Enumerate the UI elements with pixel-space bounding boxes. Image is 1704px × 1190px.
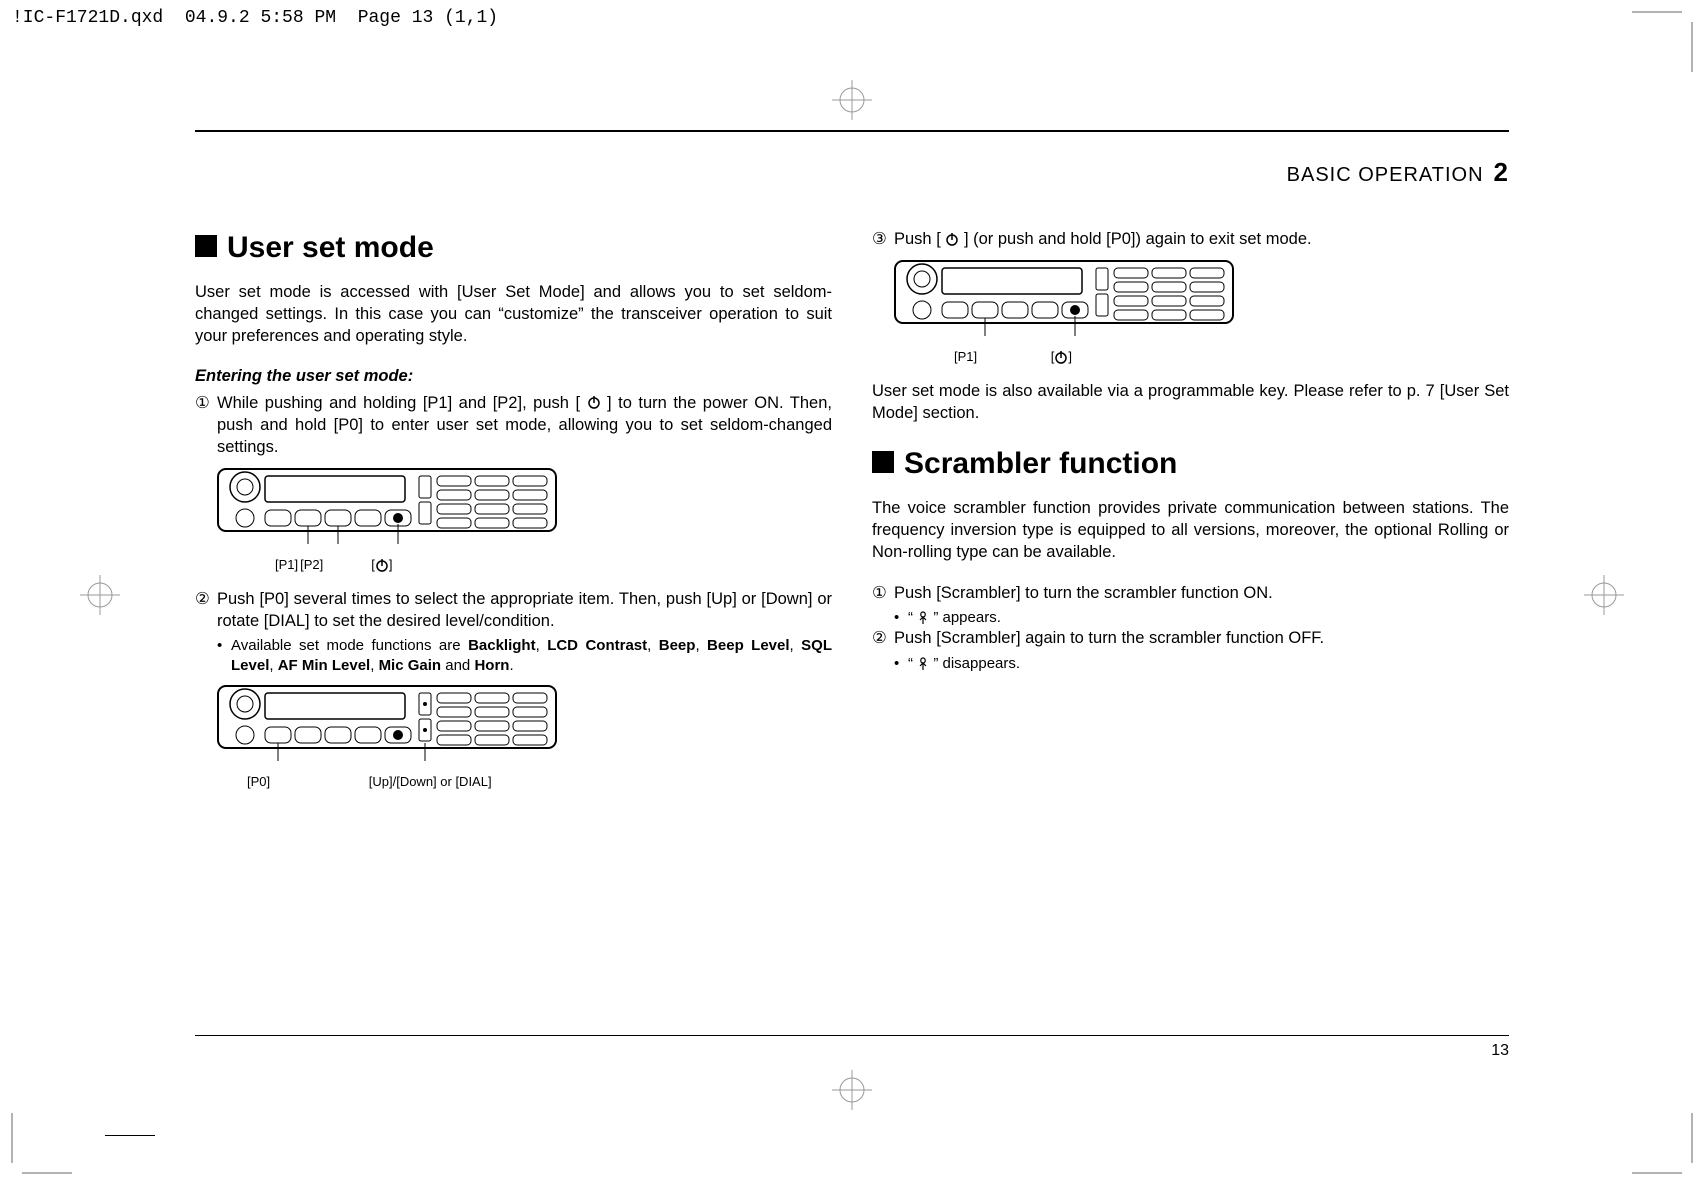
programmable-note: User set mode is also available via a pr… [872, 380, 1509, 425]
step-2-number: ② [195, 588, 217, 633]
user-set-mode-heading: User set mode [195, 228, 832, 269]
step-3-text: Push [ ] (or push and hold [P0]) again t… [894, 228, 1509, 250]
crop-mark-bl [2, 1113, 72, 1188]
chapter-number: 2 [1494, 157, 1509, 187]
cut-guide [105, 1135, 155, 1145]
page-content: BASIC OPERATION 2 User set mode User set … [195, 130, 1509, 1060]
section-header: BASIC OPERATION 2 [195, 132, 1509, 193]
scrambler-step-1-bullet: • “ ” appears. [872, 608, 1509, 628]
label-p2: [P2] [300, 556, 323, 574]
diagram-1-labels: [P1][P2] [] [195, 556, 832, 574]
crop-mark-tr [1632, 2, 1702, 77]
power-icon [945, 232, 959, 246]
scrambler-step-2: ② Push [Scrambler] again to turn the scr… [872, 627, 1509, 649]
step-3: ③ Push [ ] (or push and hold [P0]) again… [872, 228, 1509, 250]
step-3-number: ③ [872, 228, 894, 250]
square-bullet-icon [872, 451, 894, 473]
right-column: ③ Push [ ] (or push and hold [P0]) again… [872, 228, 1509, 805]
radio-diagram-2 [217, 685, 832, 765]
scrambler-step-2-number: ② [872, 627, 894, 649]
page-number: 13 [195, 1035, 1509, 1060]
diagram-2-labels: [P0] [Up]/[Down] or [DIAL] [195, 773, 832, 791]
step-1: ① While pushing and holding [P1] and [P2… [195, 392, 832, 459]
registration-mark-left [80, 575, 120, 615]
step-2-bullet-text: Available set mode functions are Backlig… [231, 636, 832, 675]
registration-mark-bottom [832, 1070, 872, 1110]
scrambler-step-1-text: Push [Scrambler] to turn the scrambler f… [894, 582, 1509, 604]
step-2-bullet: • Available set mode functions are Backl… [195, 636, 832, 675]
scrambler-step-1-number: ① [872, 582, 894, 604]
scrambler-icon [917, 657, 929, 671]
entering-subheading: Entering the user set mode: [195, 365, 832, 387]
label-power: [] [371, 556, 392, 574]
step-2: ② Push [P0] several times to select the … [195, 588, 832, 633]
registration-mark-right [1584, 575, 1624, 615]
step-2-text: Push [P0] several times to select the ap… [217, 588, 832, 633]
qxd-page-info: Page 13 (1,1) [358, 8, 498, 28]
label-up-down-dial: [Up]/[Down] or [DIAL] [369, 773, 492, 791]
qxd-timestamp: 04.9.2 5:58 PM [185, 8, 336, 28]
scrambler-heading: Scrambler function [872, 444, 1509, 485]
crop-mark-br [1632, 1113, 1702, 1188]
user-set-intro: User set mode is accessed with [User Set… [195, 281, 832, 348]
power-icon [587, 395, 601, 409]
scrambler-step-2-text: Push [Scrambler] again to turn the scram… [894, 627, 1509, 649]
square-bullet-icon [195, 235, 217, 257]
radio-diagram-1 [217, 468, 832, 548]
radio-diagram-3 [894, 260, 1509, 340]
label-p1: [P1] [275, 556, 298, 574]
left-column: User set mode User set mode is accessed … [195, 228, 832, 805]
scrambler-step-1: ① Push [Scrambler] to turn the scrambler… [872, 582, 1509, 604]
step-1-text: While pushing and holding [P1] and [P2],… [217, 392, 832, 459]
diagram-3-labels: [P1] [] [872, 348, 1509, 366]
label-p0: [P0] [247, 773, 270, 791]
step-1-number: ① [195, 392, 217, 459]
scrambler-intro: The voice scrambler function provides pr… [872, 497, 1509, 564]
scrambler-step-2-bullet: • “ ” disappears. [872, 654, 1509, 674]
label-power-d3: [] [1051, 348, 1072, 366]
section-label: BASIC OPERATION [1287, 164, 1484, 186]
registration-mark-top [832, 80, 872, 120]
label-p1-d3: [P1] [954, 348, 977, 366]
scrambler-icon [917, 611, 929, 625]
qxd-filename: !IC-F1721D.qxd [12, 8, 163, 28]
qxd-header: !IC-F1721D.qxd 04.9.2 5:58 PM Page 13 (1… [0, 0, 1704, 36]
